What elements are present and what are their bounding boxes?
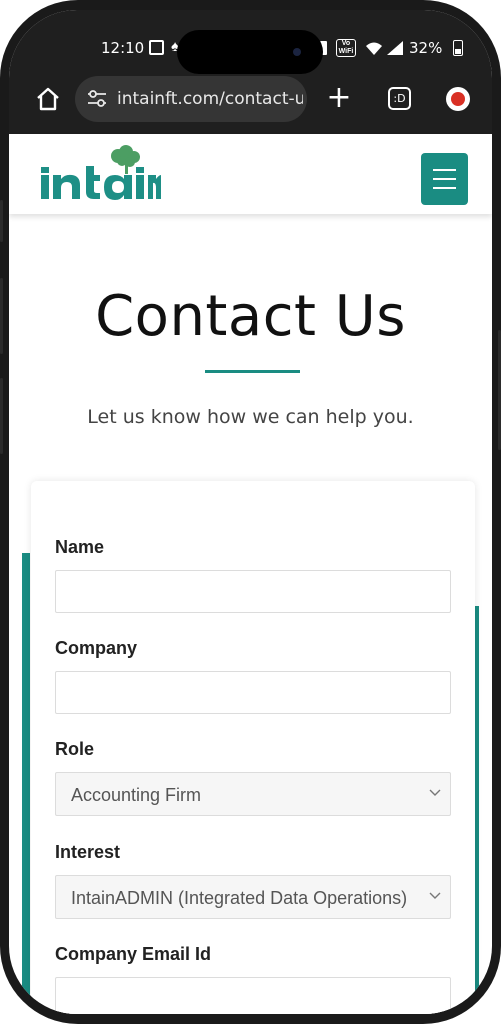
status-time: 12:10 [101,39,145,57]
new-tab-button[interactable]: + [324,83,354,114]
battery-icon [453,40,463,56]
browser-chrome: 12:10 ♠ Vo WiFi 32% intainft.com/contact… [9,10,492,134]
signal-icon [387,41,403,55]
volte-icon: Vo WiFi [336,39,356,57]
role-select[interactable]: Accounting Firm [55,772,451,816]
role-selected-value: Accounting Firm [71,785,202,805]
email-input[interactable] [55,977,451,1014]
site-settings-icon[interactable] [87,90,107,108]
site-header [9,134,492,214]
menu-bar-icon [433,169,456,171]
battery-percent: 32% [409,39,443,57]
company-input[interactable] [55,671,451,714]
menu-bar-icon [433,178,456,180]
address-bar[interactable]: intainft.com/contact-u [75,76,307,122]
home-icon[interactable] [34,85,62,113]
extension-icon[interactable] [446,87,470,111]
interest-select[interactable]: IntainADMIN (Integrated Data Operations) [55,875,451,919]
accent-bar-left [22,553,30,1014]
dynamic-island [177,30,323,74]
chevron-down-icon [429,789,441,796]
chevron-down-icon [429,892,441,899]
menu-bar-icon [433,187,456,189]
contact-form: Name Company Role Accounting Firm Intere… [31,481,475,1014]
interest-selected-value: IntainADMIN (Integrated Data Operations) [71,888,408,908]
volume-up-button [0,278,3,354]
title-underline [205,370,300,373]
company-label: Company [55,638,138,658]
phone-frame: 12:10 ♠ Vo WiFi 32% intainft.com/contact… [0,0,501,1024]
interest-label: Interest [55,842,121,862]
role-label: Role [55,739,95,759]
name-input[interactable] [55,570,451,613]
wifi-icon [366,42,382,55]
screen: 12:10 ♠ Vo WiFi 32% intainft.com/contact… [9,10,492,1014]
news-notification-icon [149,40,164,55]
page-title: Contact Us [95,284,406,349]
tab-switcher-button[interactable]: :D [388,87,411,110]
browser-toolbar: intainft.com/contact-u + :D [9,74,492,134]
hamburger-menu-button[interactable] [421,153,468,205]
page-subtitle: Let us know how we can help you. [87,406,414,428]
intain-logo[interactable] [39,142,161,204]
email-label: Company Email Id [55,944,212,964]
volume-down-button [0,378,3,454]
mute-switch [0,200,3,242]
url-text[interactable]: intainft.com/contact-u [117,89,303,109]
name-label: Name [55,537,105,557]
camera-icon [293,48,301,56]
